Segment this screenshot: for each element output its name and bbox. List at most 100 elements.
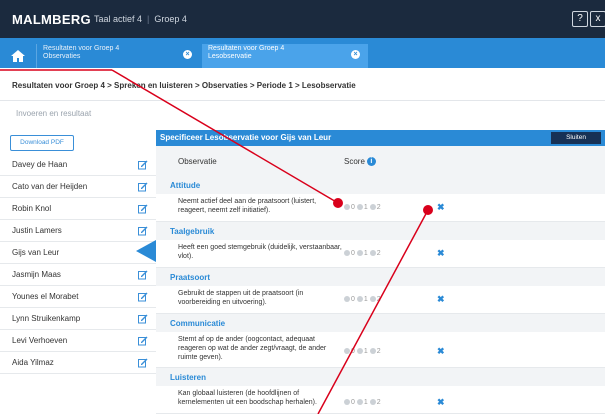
radio-icon[interactable] <box>369 296 376 303</box>
edit-icon[interactable] <box>138 358 148 368</box>
edit-icon[interactable] <box>138 336 148 346</box>
radio-icon[interactable] <box>369 399 376 406</box>
student-sidebar: Download PDF Davey de Haan Cato van der … <box>0 130 157 414</box>
score-label: 0 <box>351 348 355 355</box>
clear-score-icon[interactable]: ✖ <box>437 397 445 408</box>
tab-lesobservatie[interactable]: Resultaten voor Groep 4 Lesobservatie × <box>202 44 368 68</box>
tab-label-line1: Resultaten voor Groep 4 <box>208 45 285 52</box>
malmberg-logo: MALMBERG <box>12 12 91 27</box>
observation-text: Heeft een goed stemgebruik (duidelijk, v… <box>178 244 342 260</box>
edit-icon[interactable] <box>138 292 148 302</box>
score-radios[interactable]: 0 1 2 <box>344 296 381 303</box>
score-label: 2 <box>376 348 381 355</box>
score-label: 1 <box>363 348 368 355</box>
observation-panel: Specificeer Lesobservatie voor Gijs van … <box>156 130 605 414</box>
radio-icon[interactable] <box>356 296 363 303</box>
score-label: 0 <box>351 204 355 211</box>
radio-icon[interactable] <box>369 250 376 257</box>
page-subtitle: Invoeren en resultaat <box>16 109 92 118</box>
radio-icon[interactable] <box>369 348 376 355</box>
student-item[interactable]: Robin Knol <box>0 198 156 220</box>
info-icon[interactable]: i <box>366 157 376 166</box>
home-icon[interactable] <box>8 43 28 65</box>
student-name: Davey de Haan <box>12 160 68 169</box>
student-name: Gijs van Leur <box>12 248 60 257</box>
tab-bar: Resultaten voor Groep 4 Observaties × Re… <box>0 38 605 68</box>
student-item[interactable]: Aida Yilmaz <box>0 352 156 374</box>
col-score-label: Score <box>344 157 365 166</box>
observation-text: Neemt actief deel aan de praatsoort (lui… <box>178 198 317 214</box>
observation-text: Stemt af op de ander (oogcontact, adequa… <box>178 336 327 361</box>
divider <box>0 100 605 101</box>
radio-icon[interactable] <box>344 399 350 406</box>
breadcrumb: Resultaten voor Groep 4 > Spreken en lui… <box>12 81 356 90</box>
student-name: Robin Knol <box>12 204 52 213</box>
observation-text: Kan globaal luisteren (de hoofdlijnen of… <box>178 390 317 406</box>
radio-icon[interactable] <box>344 250 350 257</box>
student-item[interactable]: Justin Lamers <box>0 220 156 242</box>
col-observatie: Observatie <box>178 157 217 166</box>
score-label: 0 <box>351 296 355 303</box>
score-label: 2 <box>376 399 381 406</box>
score-radios[interactable]: 0 1 2 <box>344 204 381 211</box>
radio-icon[interactable] <box>356 348 363 355</box>
close-app-button[interactable]: x <box>590 11 605 27</box>
selection-pointer <box>136 240 156 262</box>
clear-score-icon[interactable]: ✖ <box>437 346 445 357</box>
score-radios[interactable]: 0 1 2 <box>344 348 381 355</box>
score-label: 2 <box>376 250 381 257</box>
student-item[interactable]: Cato van der Heijden <box>0 176 156 198</box>
score-radios[interactable]: 0 1 2 <box>344 399 381 406</box>
column-header: Observatie Score i <box>156 146 605 176</box>
student-item[interactable]: Levi Verhoeven <box>0 330 156 352</box>
close-tab-icon[interactable]: × <box>351 50 360 59</box>
edit-icon[interactable] <box>138 270 148 280</box>
edit-icon[interactable] <box>138 182 148 192</box>
observation-row: Neemt actief deel aan de praatsoort (lui… <box>156 194 605 222</box>
tab-observaties[interactable]: Resultaten voor Groep 4 Observaties × <box>36 44 200 68</box>
score-label: 1 <box>363 250 368 257</box>
student-name: Lynn Struikenkamp <box>12 314 81 323</box>
student-item[interactable]: Jasmijn Maas <box>0 264 156 286</box>
observation-text: Gebruikt de stappen uit de praatsoort (i… <box>178 290 304 306</box>
panel-title: Specificeer Lesobservatie voor Gijs van … <box>160 133 332 142</box>
radio-icon[interactable] <box>369 204 376 211</box>
category-taalgebruik: Taalgebruik <box>170 227 215 236</box>
student-name: Cato van der Heijden <box>12 182 88 191</box>
student-item[interactable]: Davey de Haan <box>0 154 156 176</box>
radio-icon[interactable] <box>356 204 363 211</box>
edit-icon[interactable] <box>138 226 148 236</box>
score-radios[interactable]: 0 1 2 <box>344 250 381 257</box>
download-pdf-button[interactable]: Download PDF <box>10 135 74 151</box>
radio-icon[interactable] <box>356 399 363 406</box>
top-bar: MALMBERG Taal actief 4 | Groep 4 ? x <box>0 0 605 38</box>
score-label: 0 <box>351 399 355 406</box>
edit-icon[interactable] <box>138 204 148 214</box>
clear-score-icon[interactable]: ✖ <box>437 202 445 213</box>
student-name: Younes el Morabet <box>12 292 79 301</box>
student-item[interactable]: Younes el Morabet <box>0 286 156 308</box>
tab-label-line1: Resultaten voor Groep 4 <box>43 45 120 52</box>
radio-icon[interactable] <box>344 204 350 211</box>
student-item-selected[interactable]: Gijs van Leur <box>0 242 156 264</box>
category-communicatie: Communicatie <box>170 319 226 328</box>
score-label: 0 <box>351 250 355 257</box>
edit-icon[interactable] <box>138 160 148 170</box>
score-label: 1 <box>363 296 368 303</box>
student-item[interactable]: Lynn Struikenkamp <box>0 308 156 330</box>
close-tab-icon[interactable]: × <box>183 50 192 59</box>
help-button[interactable]: ? <box>572 11 588 27</box>
observation-row: Kan globaal luisteren (de hoofdlijnen of… <box>156 386 605 414</box>
student-name: Levi Verhoeven <box>12 336 68 345</box>
edit-icon[interactable] <box>138 314 148 324</box>
observation-row: Heeft een goed stemgebruik (duidelijk, v… <box>156 240 605 268</box>
panel-header: Specificeer Lesobservatie voor Gijs van … <box>156 130 605 146</box>
col-score: Score i <box>344 157 376 166</box>
radio-icon[interactable] <box>344 348 350 355</box>
score-label: 2 <box>376 204 381 211</box>
radio-icon[interactable] <box>356 250 363 257</box>
clear-score-icon[interactable]: ✖ <box>437 294 445 305</box>
clear-score-icon[interactable]: ✖ <box>437 248 445 259</box>
radio-icon[interactable] <box>344 296 350 303</box>
sluiten-button[interactable]: Sluiten <box>551 132 601 144</box>
